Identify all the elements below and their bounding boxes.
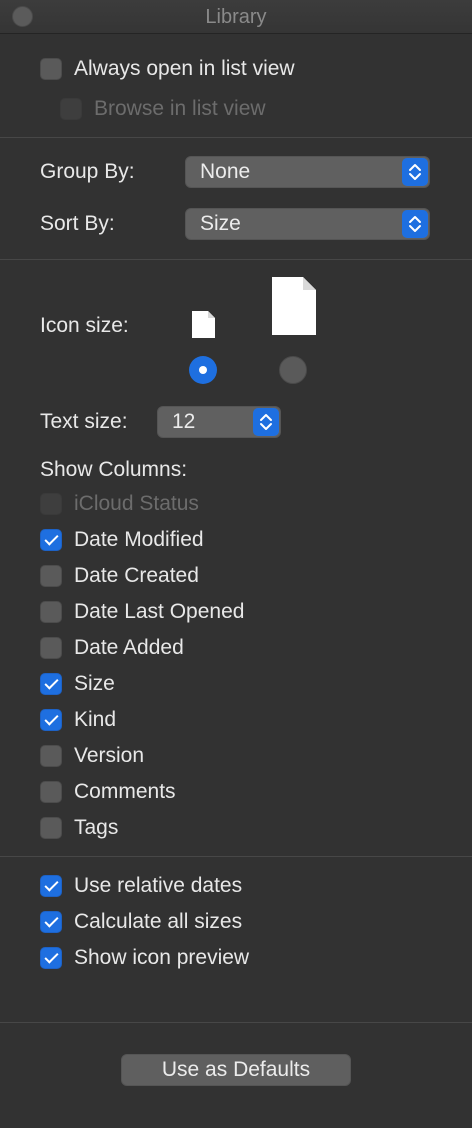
checkbox-box[interactable]: [40, 565, 62, 587]
checkbox-label: Show icon preview: [74, 946, 250, 969]
checkbox-box[interactable]: [40, 709, 62, 731]
checkbox-box[interactable]: [40, 947, 62, 969]
sort-by-popup[interactable]: Size: [185, 208, 430, 240]
divider: [0, 259, 472, 260]
show-columns-label: Show Columns:: [40, 458, 188, 481]
checkbox-box[interactable]: [40, 745, 62, 767]
column-date-last-opened-checkbox[interactable]: Date Last Opened: [40, 597, 244, 627]
icon-size-label: Icon size:: [40, 314, 129, 337]
checkbox-label: Version: [74, 744, 145, 767]
title-bar: Library: [0, 0, 472, 34]
calculate-all-sizes-checkbox[interactable]: Calculate all sizes: [40, 907, 242, 937]
chevron-updown-icon: [402, 210, 428, 238]
column-version-checkbox[interactable]: Version: [40, 741, 144, 771]
text-size-popup[interactable]: 12: [157, 406, 281, 438]
checkbox-label: Date Created: [74, 564, 199, 587]
checkbox-label: Always open in list view: [74, 57, 295, 80]
column-kind-checkbox[interactable]: Kind: [40, 705, 116, 735]
checkbox-box[interactable]: [40, 529, 62, 551]
checkbox-label: Size: [74, 672, 115, 695]
checkbox-box[interactable]: [40, 781, 62, 803]
checkbox-label: Date Added: [74, 636, 184, 659]
large-file-icon: [272, 277, 316, 335]
small-file-icon: [192, 311, 215, 338]
browse-list-view-checkbox: Browse in list view: [60, 94, 266, 124]
column-date-modified-checkbox[interactable]: Date Modified: [40, 525, 204, 555]
divider: [0, 1022, 472, 1023]
checkbox-label: Date Modified: [74, 528, 204, 551]
checkbox-label: Date Last Opened: [74, 600, 245, 623]
divider: [0, 856, 472, 857]
divider: [0, 137, 472, 138]
group-by-label: Group By:: [40, 160, 135, 183]
checkbox-label: Tags: [74, 816, 119, 839]
text-size-value: 12: [172, 410, 196, 433]
column-date-created-checkbox[interactable]: Date Created: [40, 561, 199, 591]
column-date-added-checkbox[interactable]: Date Added: [40, 633, 184, 663]
checkbox-box[interactable]: [40, 58, 62, 80]
chevron-updown-icon: [402, 158, 428, 186]
sort-by-value: Size: [200, 212, 241, 235]
column-size-checkbox[interactable]: Size: [40, 669, 115, 699]
checkbox-box[interactable]: [40, 637, 62, 659]
group-by-popup[interactable]: None: [185, 156, 430, 188]
checkbox-label: Kind: [74, 708, 117, 731]
use-as-defaults-button[interactable]: Use as Defaults: [121, 1054, 351, 1086]
checkbox-box[interactable]: [40, 911, 62, 933]
column-tags-checkbox[interactable]: Tags: [40, 813, 118, 843]
checkbox-label: Comments: [74, 780, 176, 803]
text-size-label: Text size:: [40, 410, 128, 433]
use-relative-dates-checkbox[interactable]: Use relative dates: [40, 871, 242, 901]
checkbox-box[interactable]: [40, 601, 62, 623]
column-comments-checkbox[interactable]: Comments: [40, 777, 176, 807]
icon-size-small-radio[interactable]: [189, 356, 217, 384]
group-by-value: None: [200, 160, 251, 183]
checkbox-label: Calculate all sizes: [74, 910, 243, 933]
checkbox-box[interactable]: [40, 817, 62, 839]
checkbox-box: [40, 493, 62, 515]
always-open-list-view-checkbox[interactable]: Always open in list view: [40, 54, 295, 84]
show-icon-preview-checkbox[interactable]: Show icon preview: [40, 943, 249, 973]
sort-by-label: Sort By:: [40, 212, 115, 235]
chevron-updown-icon: [253, 408, 279, 436]
checkbox-label: iCloud Status: [74, 492, 199, 515]
checkbox-box[interactable]: [40, 875, 62, 897]
checkbox-label: Use relative dates: [74, 874, 243, 897]
checkbox-box[interactable]: [40, 673, 62, 695]
column-icloud-status-checkbox: iCloud Status: [40, 489, 199, 519]
icon-size-large-radio[interactable]: [279, 356, 307, 384]
checkbox-box: [60, 98, 82, 120]
window-title: Library: [205, 6, 267, 28]
checkbox-label: Browse in list view: [94, 97, 266, 120]
